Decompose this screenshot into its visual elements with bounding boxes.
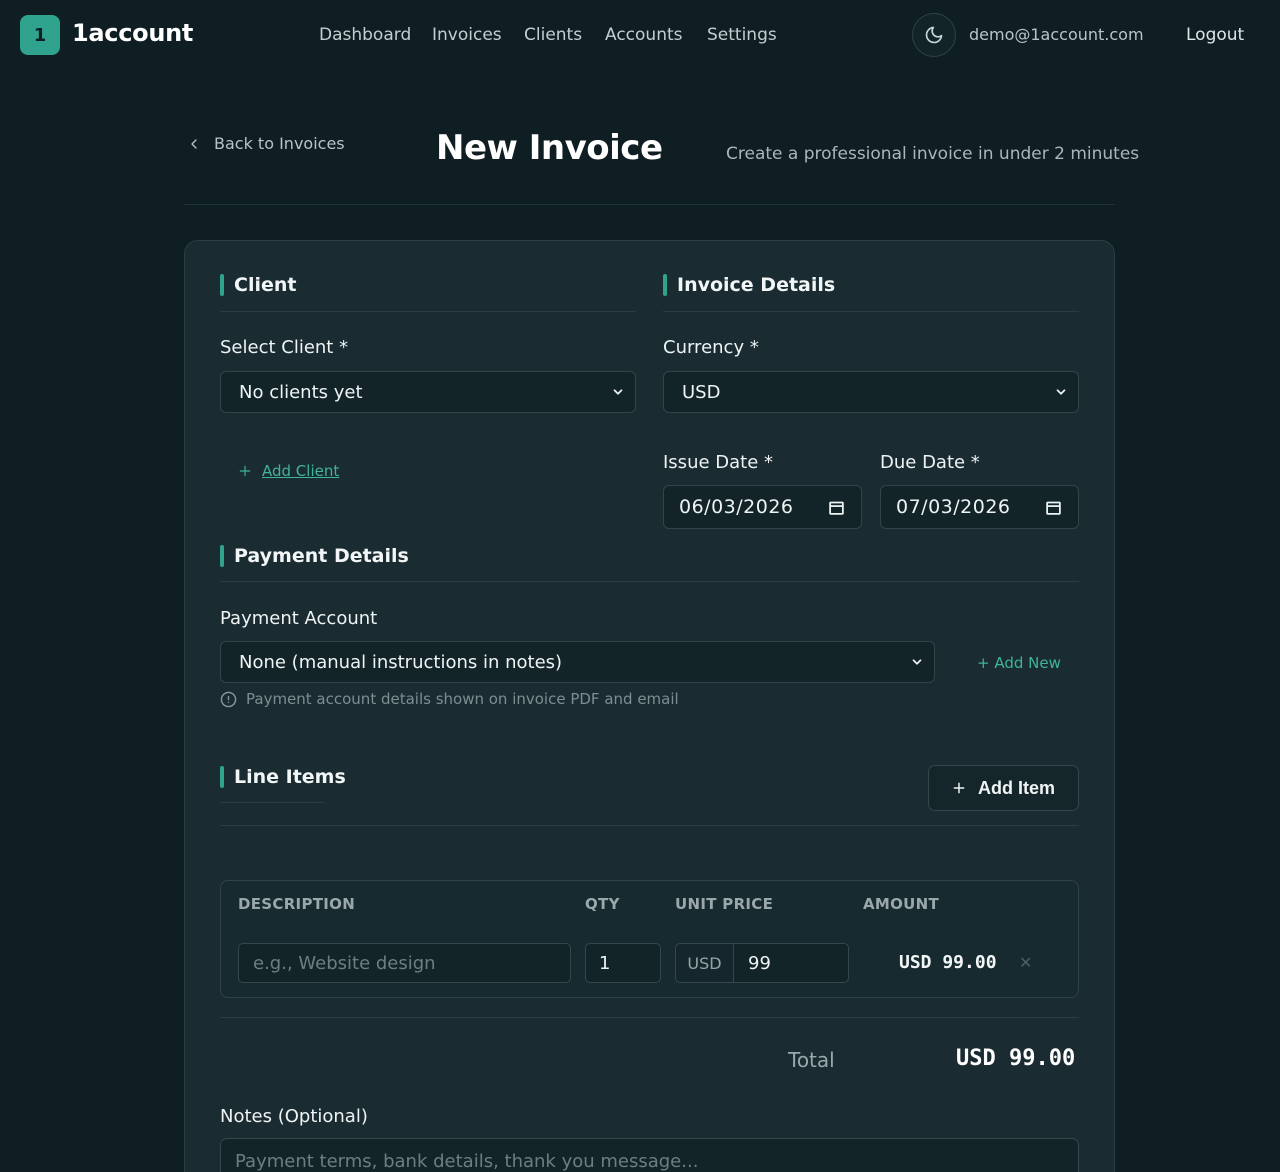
notes-label: Notes (Optional) xyxy=(220,1106,368,1127)
add-client-label: Add Client xyxy=(262,462,340,480)
nav-dashboard[interactable]: Dashboard xyxy=(319,25,411,45)
currency-label: Currency * xyxy=(663,337,759,358)
column-header-amount: AMOUNT xyxy=(863,895,940,913)
payment-details-title: Payment Details xyxy=(220,545,409,567)
remove-item-icon[interactable]: ✕ xyxy=(1019,953,1032,972)
due-date-input[interactable]: 07/03/2026 xyxy=(880,485,1079,529)
column-header-description: DESCRIPTION xyxy=(238,895,356,913)
calendar-icon[interactable] xyxy=(1045,499,1062,516)
payment-hint: Payment account details shown on invoice… xyxy=(220,690,679,708)
section-accent-bar xyxy=(663,274,667,296)
user-email: demo@1account.com xyxy=(969,25,1144,44)
payment-title-text: Payment Details xyxy=(234,545,409,567)
back-label: Back to Invoices xyxy=(214,134,345,153)
plus-icon xyxy=(239,465,251,477)
currency-value: USD xyxy=(682,381,721,403)
line-items-title: Line Items xyxy=(220,766,346,788)
nav-invoices[interactable]: Invoices xyxy=(432,25,502,45)
chevron-down-icon xyxy=(1056,389,1066,395)
row-amount: USD 99.00 xyxy=(899,952,997,973)
qty-input[interactable]: 1 xyxy=(585,943,661,983)
section-accent-bar xyxy=(220,545,224,567)
page-subtitle: Create a professional invoice in under 2… xyxy=(726,144,1140,164)
description-input[interactable]: e.g., Website design xyxy=(238,943,571,983)
notes-textarea[interactable]: Payment terms, bank details, thank you m… xyxy=(220,1138,1079,1172)
calendar-icon[interactable] xyxy=(828,499,845,516)
total-divider xyxy=(220,1017,1079,1018)
select-client-dropdown[interactable]: No clients yet xyxy=(220,371,636,413)
issue-date-input[interactable]: 06/03/2026 xyxy=(663,485,862,529)
logout-button[interactable]: Logout xyxy=(1186,25,1244,45)
currency-dropdown[interactable]: USD xyxy=(663,371,1079,413)
client-title-text: Client xyxy=(234,274,297,296)
line-items-divider xyxy=(220,825,1079,826)
issue-date-label: Issue Date * xyxy=(663,452,774,473)
nav-accounts[interactable]: Accounts xyxy=(605,25,683,45)
add-payment-account-link[interactable]: + Add New xyxy=(977,654,1061,672)
total-value: USD 99.00 xyxy=(956,1046,1076,1071)
header-divider xyxy=(184,204,1115,205)
client-section-title: Client xyxy=(220,274,296,296)
payment-divider xyxy=(220,581,1079,582)
column-header-qty: QTY xyxy=(585,895,620,913)
client-divider xyxy=(220,311,636,312)
nav-settings[interactable]: Settings xyxy=(707,25,777,45)
nav-clients[interactable]: Clients xyxy=(524,25,582,45)
moon-icon xyxy=(925,26,943,44)
chevron-down-icon xyxy=(613,389,623,395)
issue-date-value: 06/03/2026 xyxy=(679,496,794,518)
line-items-title-text: Line Items xyxy=(234,766,346,788)
payment-account-value: None (manual instructions in notes) xyxy=(239,651,563,673)
select-client-label: Select Client * xyxy=(220,337,349,358)
add-item-label: Add Item xyxy=(977,777,1055,798)
due-date-label: Due Date * xyxy=(880,452,980,473)
payment-account-label: Payment Account xyxy=(220,608,378,629)
chevron-down-icon xyxy=(912,659,922,665)
info-icon xyxy=(220,691,237,707)
chevron-left-icon xyxy=(191,138,197,149)
page-title: New Invoice xyxy=(436,128,663,168)
plus-icon xyxy=(953,782,965,794)
unit-price-currency-addon: USD xyxy=(675,943,734,983)
invoice-details-title: Invoice Details xyxy=(663,274,835,296)
select-client-value: No clients yet xyxy=(239,381,363,403)
total-label: Total xyxy=(788,1048,835,1072)
logo-badge[interactable]: 1 xyxy=(20,15,60,55)
column-header-unit-price: UNIT PRICE xyxy=(675,895,774,913)
invoice-details-title-text: Invoice Details xyxy=(677,274,836,296)
due-date-value: 07/03/2026 xyxy=(896,496,1011,518)
add-item-button[interactable]: Add Item xyxy=(928,765,1079,811)
brand-name[interactable]: 1account xyxy=(72,19,193,47)
back-to-invoices-link[interactable]: Back to Invoices xyxy=(186,134,345,153)
section-accent-bar xyxy=(220,766,224,788)
line-items-title-underline xyxy=(220,802,325,803)
section-accent-bar xyxy=(220,274,224,296)
theme-toggle-button[interactable] xyxy=(912,13,956,57)
payment-account-dropdown[interactable]: None (manual instructions in notes) xyxy=(220,641,935,683)
top-navigation: 1 1account Dashboard Invoices Clients Ac… xyxy=(0,0,1280,70)
payment-hint-text: Payment account details shown on invoice… xyxy=(246,690,679,708)
unit-price-input[interactable]: 99 xyxy=(733,943,849,983)
add-client-link[interactable]: Add Client xyxy=(238,462,339,480)
invoice-details-divider xyxy=(663,311,1079,312)
